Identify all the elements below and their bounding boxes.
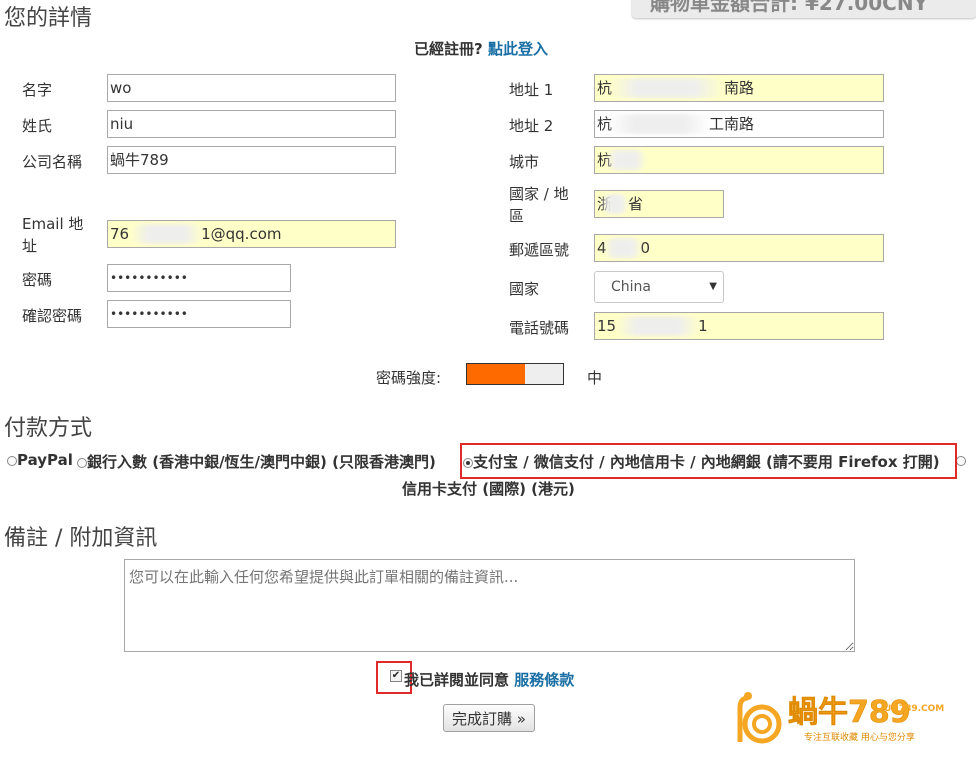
password-strength-label: 密碼強度: [376,369,442,387]
phone-label: 電話號碼 [509,319,570,337]
last-name-input[interactable]: niu [107,110,396,138]
country-select[interactable]: China ▼ [594,271,724,303]
radio-bank[interactable] [77,458,87,468]
first-name-label: 名字 [22,81,53,99]
payment-option-card-radio-wrap[interactable] [956,451,966,469]
terms-link[interactable]: 服務條款 [514,671,574,689]
city-label: 城市 [509,153,540,171]
complete-order-button[interactable]: 完成訂購 » [443,704,535,732]
highlight-box-payment [460,443,957,479]
first-name-input[interactable]: wo [107,74,396,102]
email-input[interactable]: 76 1@qq.com [107,220,396,248]
phone-input[interactable]: 15 1 [594,312,884,340]
password-strength-level: 中 [587,369,603,387]
state-label: 國家 / 地區 [509,185,569,225]
login-link[interactable]: 點此登入 [488,40,548,58]
details-title: 您的詳情 [4,6,93,31]
confirm-password-label: 確認密碼 [22,307,83,325]
terms-text-wrap: 我已詳閱並同意 服務條款 [404,669,574,690]
cart-total-tab[interactable]: 購物車金額合計: ¥27.00CNY [632,0,976,18]
company-input[interactable]: 蝸牛789 [107,146,396,174]
last-name-label: 姓氏 [22,117,53,135]
password-strength-meter [466,363,564,385]
address1-label: 地址 1 [509,81,554,99]
state-input[interactable]: 浙省 [594,190,724,218]
svg-text:UN789.COM: UN789.COM [884,704,944,714]
address2-label: 地址 2 [509,117,554,135]
payment-option-bank[interactable]: 銀行入數 (香港中銀/恆生/澳門中銀) (只限香港澳門) [77,451,436,472]
password-label: 密碼 [22,271,53,289]
terms-text: 我已詳閱並同意 [404,671,510,689]
email-label: Email 地址 [22,215,84,255]
notes-title: 備註 / 附加資訊 [4,526,158,551]
payment-option-card[interactable]: 信用卡支付 (國際) (港元) [402,478,575,499]
postcode-input[interactable]: 40 [594,234,884,262]
chevron-down-icon: ▼ [709,281,717,292]
postcode-label: 郵遞區號 [509,241,570,259]
payment-title: 付款方式 [4,416,93,441]
address2-input[interactable]: 杭工南路 [594,110,884,138]
password-strength-fill [467,364,525,384]
un789-watermark-logo: 蝸牛789 UN789.COM 专注互联收藏 用心与您分享 [736,690,966,746]
city-input[interactable]: 杭 [594,146,884,174]
radio-paypal[interactable] [7,456,17,466]
svg-text:专注互联收藏 用心与您分享: 专注互联收藏 用心与您分享 [804,731,915,743]
radio-card[interactable] [956,456,966,466]
country-label: 國家 [509,280,540,298]
address1-input[interactable]: 杭南路 [594,74,884,102]
company-label: 公司名稱 [22,153,83,171]
confirm-password-input[interactable]: ••••••••••• [107,300,291,328]
password-input[interactable]: ••••••••••• [107,264,291,292]
registered-prompt: 已經註冊? [414,40,483,58]
snail-icon [737,692,782,744]
payment-option-paypal[interactable]: PayPal [7,451,73,469]
notes-textarea[interactable] [124,559,855,652]
login-prompt: 已經註冊? 點此登入 [414,38,548,59]
